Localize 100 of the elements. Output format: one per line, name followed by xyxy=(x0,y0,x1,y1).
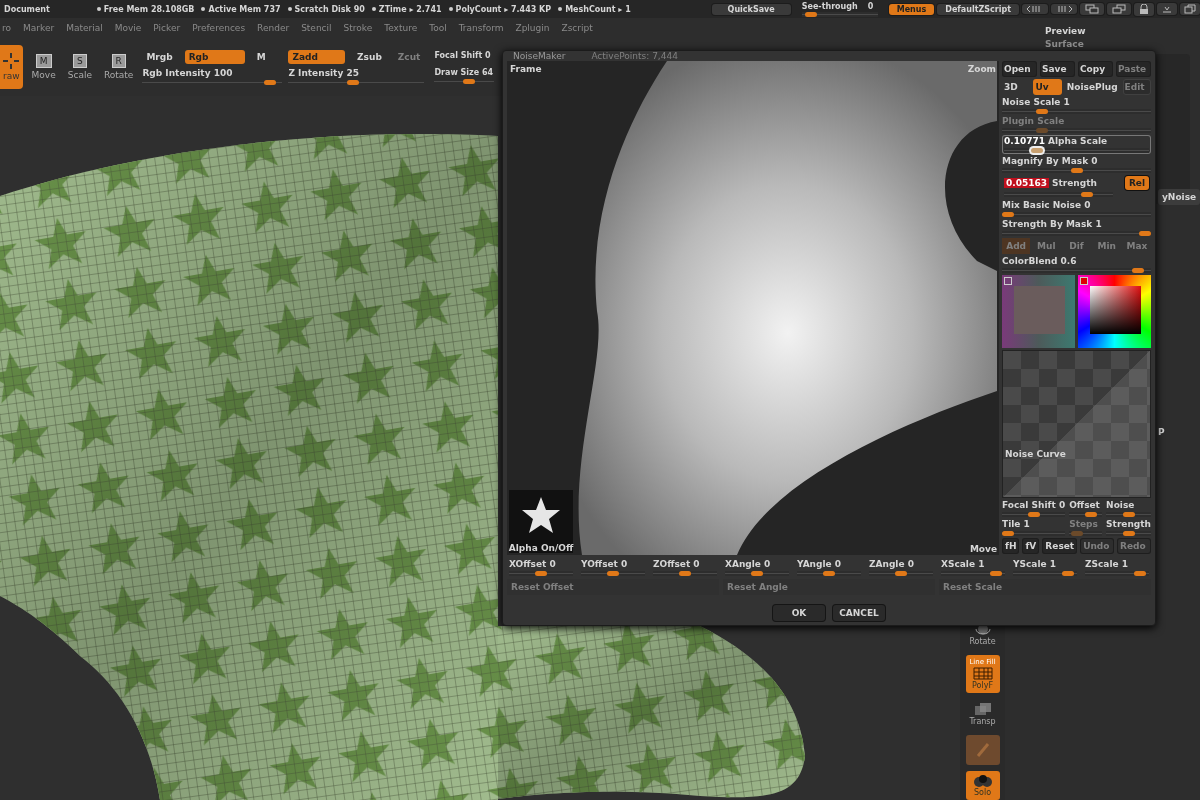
dialog-button[interactable]: CANCEL xyxy=(833,605,885,621)
blend-mode-button[interactable]: Dif xyxy=(1062,238,1091,254)
slider[interactable] xyxy=(653,571,717,576)
slider[interactable] xyxy=(1004,148,1149,153)
shelf-button[interactable]: Transp xyxy=(965,699,1000,729)
mode-button[interactable]: Mrgb xyxy=(142,49,177,64)
curve-button[interactable]: fV xyxy=(1022,538,1040,554)
tool-button[interactable]: S Scale xyxy=(64,50,95,84)
mode-button[interactable]: M xyxy=(252,49,270,64)
slider-thumb[interactable] xyxy=(679,571,691,576)
slider-thumb[interactable] xyxy=(823,571,835,576)
dialog-button[interactable]: OK xyxy=(773,605,825,621)
windows-icon[interactable] xyxy=(1107,3,1131,15)
slider-thumb[interactable] xyxy=(535,571,547,576)
menu-item[interactable]: Zplugin xyxy=(515,23,550,33)
menu-item[interactable]: Material xyxy=(66,23,103,33)
slider-thumb[interactable] xyxy=(1002,531,1014,536)
move-label[interactable]: Move xyxy=(969,544,997,554)
slider-thumb[interactable] xyxy=(1134,571,1147,576)
slider[interactable] xyxy=(1069,512,1103,517)
preview-canvas[interactable]: Frame Zoom Alpha On/Off Move xyxy=(507,61,999,555)
color-picker[interactable] xyxy=(1078,275,1151,348)
restore-icon[interactable] xyxy=(1180,3,1200,15)
quicksave-button[interactable]: QuickSave xyxy=(711,3,791,15)
menu-item[interactable]: Movie xyxy=(114,23,142,33)
tool-button[interactable]: M Move xyxy=(28,50,59,84)
slider-thumb[interactable] xyxy=(804,11,817,17)
slider[interactable] xyxy=(941,571,1005,576)
slider[interactable] xyxy=(1002,531,1066,536)
noise-curve-editor[interactable]: Noise Curve xyxy=(1002,350,1151,498)
noise-button[interactable]: yNoise xyxy=(1158,189,1200,205)
blend-mode-button[interactable]: Min xyxy=(1092,238,1121,254)
slider-thumb[interactable] xyxy=(1081,192,1094,197)
value-field[interactable]: 0.05163 xyxy=(1004,178,1049,188)
menu-item[interactable]: Stencil xyxy=(301,23,332,33)
slider-thumb[interactable] xyxy=(751,571,763,576)
menu-item[interactable]: Tool xyxy=(429,23,447,33)
mode-button[interactable]: Zadd xyxy=(288,49,346,64)
slider-thumb[interactable] xyxy=(1122,531,1135,536)
slider[interactable] xyxy=(1085,571,1149,576)
tool-button[interactable]: raw xyxy=(0,45,23,89)
slider[interactable] xyxy=(1004,192,1113,197)
zoom-label[interactable]: Zoom xyxy=(967,64,996,74)
slider[interactable] xyxy=(797,571,861,576)
slider-thumb[interactable] xyxy=(264,79,276,85)
slider[interactable] xyxy=(801,11,878,17)
blend-mode-button[interactable]: Max xyxy=(1122,238,1151,254)
shelf-button[interactable]: Solo xyxy=(965,771,1000,800)
slider[interactable] xyxy=(581,571,645,576)
slider[interactable] xyxy=(1013,571,1077,576)
slider[interactable] xyxy=(509,571,573,576)
slider[interactable] xyxy=(1002,212,1151,217)
rel-toggle[interactable]: Rel xyxy=(1124,176,1149,190)
slider-thumb[interactable] xyxy=(895,571,907,576)
slider[interactable] xyxy=(1106,531,1151,536)
menu-item[interactable]: ro xyxy=(2,23,11,33)
slider-thumb[interactable] xyxy=(1036,109,1049,114)
slider-thumb[interactable] xyxy=(1030,148,1043,153)
slider[interactable] xyxy=(1002,109,1151,114)
windows-icon[interactable] xyxy=(1080,3,1104,15)
previous-icon[interactable] xyxy=(1022,4,1048,14)
slider-thumb[interactable] xyxy=(1122,512,1135,517)
menu-item[interactable]: Zscript xyxy=(561,23,593,33)
tool-button[interactable]: R Rotate xyxy=(100,50,137,84)
slider-thumb[interactable] xyxy=(1139,231,1151,236)
next-icon[interactable] xyxy=(1051,4,1077,14)
mode-button[interactable]: 3D xyxy=(1002,79,1031,95)
slider[interactable] xyxy=(1002,268,1151,273)
blend-mode-button[interactable]: Mul xyxy=(1032,238,1061,254)
slider-thumb[interactable] xyxy=(1070,168,1083,173)
file-button[interactable]: Open xyxy=(1002,61,1037,77)
mode-button[interactable]: NoisePlug xyxy=(1064,79,1120,95)
slider[interactable] xyxy=(1069,531,1103,536)
slider-thumb[interactable] xyxy=(990,571,1003,576)
alpha-thumbnail[interactable]: Alpha On/Off xyxy=(509,490,573,553)
file-button[interactable]: Save xyxy=(1040,61,1075,77)
script-button[interactable]: DefaultZScript xyxy=(937,3,1019,15)
mode-button[interactable]: Rgb xyxy=(184,49,245,64)
slider-thumb[interactable] xyxy=(1132,268,1145,273)
slider-thumb[interactable] xyxy=(607,571,619,576)
mode-button[interactable]: Zsub xyxy=(353,49,386,64)
slider[interactable] xyxy=(1106,512,1151,517)
menu-item[interactable]: Stroke xyxy=(343,23,373,33)
menu-item[interactable]: Marker xyxy=(23,23,55,33)
slider[interactable] xyxy=(869,571,933,576)
curve-button[interactable]: Reset xyxy=(1042,538,1078,554)
frame-label[interactable]: Frame xyxy=(510,64,542,74)
slider[interactable] xyxy=(434,78,495,84)
slider[interactable] xyxy=(1002,168,1151,173)
mode-button[interactable]: Uv xyxy=(1033,79,1062,95)
slider[interactable] xyxy=(1002,512,1066,517)
menus-button[interactable]: Menus xyxy=(888,3,935,15)
slider-thumb[interactable] xyxy=(1084,512,1097,517)
slider-thumb[interactable] xyxy=(1027,512,1040,517)
menu-item[interactable]: Preferences xyxy=(192,23,246,33)
slider[interactable] xyxy=(725,571,789,576)
blend-mode-button[interactable]: Add xyxy=(1002,238,1031,254)
slider-thumb[interactable] xyxy=(1062,571,1075,576)
color-picker[interactable] xyxy=(1002,275,1075,348)
menu-item[interactable]: Texture xyxy=(384,23,418,33)
